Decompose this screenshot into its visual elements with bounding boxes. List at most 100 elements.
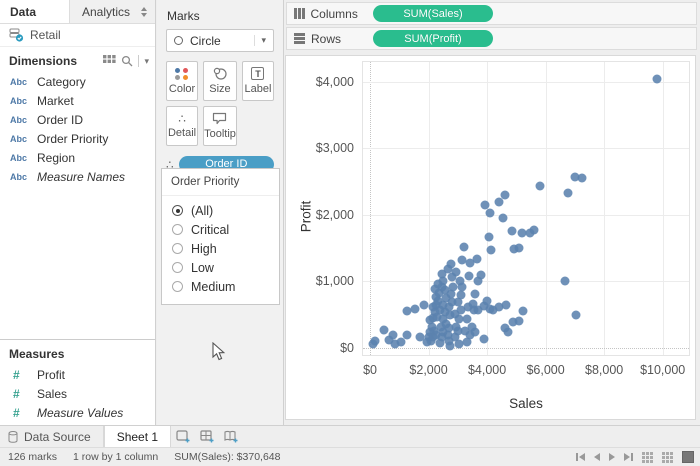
scatter-point[interactable] xyxy=(502,301,511,310)
scatter-point[interactable] xyxy=(480,334,489,343)
filter-option[interactable]: High xyxy=(162,239,279,258)
scatter-point[interactable] xyxy=(515,244,524,253)
scatter-point[interactable] xyxy=(458,255,467,264)
scatter-point[interactable] xyxy=(370,337,379,346)
scatter-point[interactable] xyxy=(485,232,494,241)
view-data-grid-icon[interactable] xyxy=(103,55,116,67)
scatter-point[interactable] xyxy=(519,306,528,315)
tooltip-button[interactable]: Tooltip xyxy=(203,106,237,146)
scatter-point[interactable] xyxy=(455,276,464,285)
scatter-point[interactable] xyxy=(487,246,496,255)
filter-option[interactable]: Low xyxy=(162,258,279,277)
sheet1-tab[interactable]: Sheet 1 xyxy=(104,426,171,447)
fullscreen-view-icon[interactable] xyxy=(682,451,694,463)
field-label: Order ID xyxy=(37,113,83,127)
filter-option[interactable]: Critical xyxy=(162,220,279,239)
x-tick-label: $0 xyxy=(363,363,377,377)
new-story-button[interactable] xyxy=(219,426,243,447)
dimensions-menu-caret-icon[interactable]: ▾ xyxy=(144,56,149,67)
previous-sheet-icon[interactable] xyxy=(594,453,600,461)
dimension-item[interactable]: Abc Category xyxy=(0,72,155,91)
scatter-point[interactable] xyxy=(456,291,465,300)
scatter-point[interactable] xyxy=(560,276,569,285)
filter-option[interactable]: (All) xyxy=(162,201,279,220)
scatter-point[interactable] xyxy=(402,330,411,339)
next-sheet-icon[interactable] xyxy=(609,453,615,461)
columns-shelf[interactable]: Columns SUM(Sales) xyxy=(286,2,697,25)
scatter-point[interactable] xyxy=(572,310,581,319)
dimension-item[interactable]: Abc Order Priority xyxy=(0,129,155,148)
dimension-item[interactable]: Abc Market xyxy=(0,91,155,110)
scatter-plot-pane[interactable]: $0$2,000$4,000$6,000$8,000$10,000$0$1,00… xyxy=(362,61,690,356)
scatter-point[interactable] xyxy=(459,243,468,252)
scatter-point[interactable] xyxy=(466,258,475,267)
scatter-point[interactable] xyxy=(462,337,471,346)
scatter-point[interactable] xyxy=(507,226,516,235)
sum-profit-pill[interactable]: SUM(Profit) xyxy=(373,30,493,47)
filter-options-list: (All) Critical High Low Medium xyxy=(162,201,279,296)
scatter-point[interactable] xyxy=(471,289,480,298)
scatter-point[interactable] xyxy=(509,318,518,327)
new-dashboard-button[interactable] xyxy=(195,426,219,447)
scatter-point[interactable] xyxy=(446,341,455,350)
scatter-point[interactable] xyxy=(503,327,512,336)
show-tabs-view-icon[interactable] xyxy=(642,452,653,463)
filter-option[interactable]: Medium xyxy=(162,277,279,296)
sum-sales-pill[interactable]: SUM(Sales) xyxy=(373,5,493,22)
size-button[interactable]: Size xyxy=(203,61,237,101)
scatter-point[interactable] xyxy=(436,339,445,348)
radio-icon[interactable] xyxy=(172,281,183,292)
first-sheet-icon[interactable] xyxy=(576,453,585,461)
dimension-item[interactable]: Abc Region xyxy=(0,148,155,167)
data-source-tab[interactable]: Data Source xyxy=(0,426,104,447)
x-tick-label: $2,000 xyxy=(409,363,447,377)
scatter-point[interactable] xyxy=(477,270,486,279)
tab-data[interactable]: Data xyxy=(0,0,70,23)
scatter-point[interactable] xyxy=(464,272,473,281)
scatter-point[interactable] xyxy=(652,74,661,83)
scatter-point[interactable] xyxy=(380,325,389,334)
scatter-point[interactable] xyxy=(447,259,456,268)
mouse-cursor xyxy=(212,342,226,362)
detail-button-label: Detail xyxy=(168,127,196,139)
dimensions-header: Dimensions ▾ xyxy=(0,47,155,72)
scatter-point[interactable] xyxy=(471,328,480,337)
color-button[interactable]: Color xyxy=(166,61,198,101)
scatter-point[interactable] xyxy=(410,305,419,314)
radio-icon[interactable] xyxy=(172,205,183,216)
radio-icon[interactable] xyxy=(172,262,183,273)
datasource-item[interactable]: Retail xyxy=(0,24,155,47)
scatter-point[interactable] xyxy=(563,188,572,197)
scatter-point[interactable] xyxy=(494,198,503,207)
radio-icon[interactable] xyxy=(172,224,183,235)
rows-shelf[interactable]: Rows SUM(Profit) xyxy=(286,27,697,50)
dimension-item[interactable]: Abc Order ID xyxy=(0,110,155,129)
last-sheet-icon[interactable] xyxy=(624,453,633,461)
tab-analytics[interactable]: Analytics xyxy=(70,0,155,23)
label-button[interactable]: T Label xyxy=(242,61,274,101)
scatter-point[interactable] xyxy=(578,173,587,182)
scatter-point[interactable] xyxy=(535,181,544,190)
search-icon[interactable] xyxy=(121,55,133,67)
measure-item[interactable]: # Profit xyxy=(0,365,155,384)
detail-button[interactable]: ∴ Detail xyxy=(166,106,198,146)
dimension-item[interactable]: Abc Measure Names xyxy=(0,167,155,186)
scatter-point[interactable] xyxy=(529,226,538,235)
new-worksheet-button[interactable] xyxy=(171,426,195,447)
scatter-point[interactable] xyxy=(384,335,393,344)
scatter-point[interactable] xyxy=(420,301,429,310)
pane-collapse-icon[interactable] xyxy=(140,7,147,17)
data-pane: Data Analytics Retail Dimensions xyxy=(0,0,156,428)
mark-type-dropdown[interactable]: Circle ▾ xyxy=(166,29,274,52)
radio-icon[interactable] xyxy=(172,243,183,254)
scatter-point[interactable] xyxy=(501,190,510,199)
scatter-point[interactable] xyxy=(498,214,507,223)
scatter-point[interactable] xyxy=(486,209,495,218)
field-type-icon: Abc xyxy=(10,77,30,87)
measure-item[interactable]: # Measure Values xyxy=(0,403,155,422)
x-tick-label: $4,000 xyxy=(468,363,506,377)
scatter-point[interactable] xyxy=(480,200,489,209)
filmstrip-view-icon[interactable] xyxy=(662,452,673,463)
scatter-point[interactable] xyxy=(439,276,448,285)
measure-item[interactable]: # Sales xyxy=(0,384,155,403)
